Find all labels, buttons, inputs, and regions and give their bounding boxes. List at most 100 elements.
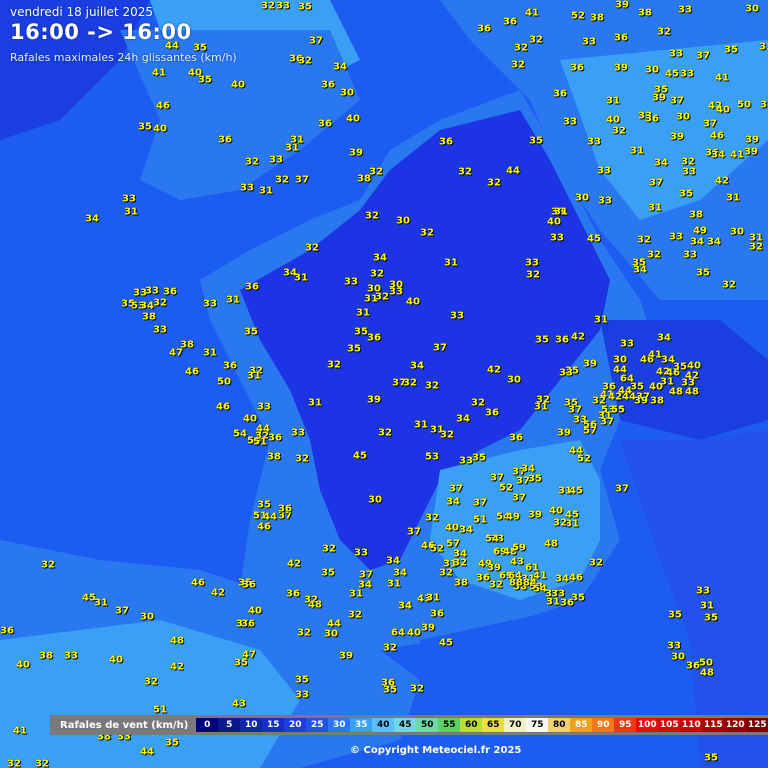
station-value: 36 [318, 118, 332, 130]
legend-step: 15 [262, 718, 285, 732]
station-value: 38 [650, 395, 664, 407]
station-value: 33 [587, 136, 601, 148]
station-value: 33 [597, 165, 611, 177]
station-value: 37 [407, 526, 421, 538]
station-value: 40 [606, 114, 620, 126]
station-value: 39 [583, 358, 597, 370]
legend-step: 35 [350, 718, 373, 732]
station-value: 32 [245, 156, 259, 168]
legend-step: 20 [284, 718, 307, 732]
station-value: 37 [490, 472, 504, 484]
station-value: 36 [286, 588, 300, 600]
station-value: 48 [700, 667, 714, 679]
station-value: 31 [630, 145, 644, 157]
station-value: 42 [487, 364, 501, 376]
station-value: 36 [163, 286, 177, 298]
station-value: 35 [668, 609, 682, 621]
station-value: 38 [590, 12, 604, 24]
station-value: 38 [454, 577, 468, 589]
station-value: 32 [637, 234, 651, 246]
station-value: 30 [676, 111, 690, 123]
station-value: 32 [261, 0, 275, 12]
station-value: 34 [456, 413, 470, 425]
station-value: 46 [569, 572, 583, 584]
station-value: 33 [682, 166, 696, 178]
station-value: 32 [589, 557, 603, 569]
station-value: 33 [669, 48, 683, 60]
station-value: 32 [275, 174, 289, 186]
station-value: 37 [433, 342, 447, 354]
legend-step: 110 [680, 718, 703, 732]
station-value: 30 [575, 192, 589, 204]
station-value: 33 [344, 276, 358, 288]
station-value: 33 [678, 4, 692, 16]
station-value: 40 [153, 123, 167, 135]
station-value: 35 [383, 684, 397, 696]
station-value: 52 [499, 482, 513, 494]
station-value: 50 [737, 99, 751, 111]
station-value: 35 [696, 267, 710, 279]
station-value: 37 [568, 404, 582, 416]
station-value: 35 [244, 326, 258, 338]
station-value: 31 [226, 294, 240, 306]
station-value: 34 [633, 264, 647, 276]
station-value: 42 [608, 391, 622, 403]
station-value: 38 [39, 650, 53, 662]
station-value: 33 [683, 249, 697, 261]
station-value: 54 [485, 533, 499, 545]
station-value: 31 [426, 592, 440, 604]
station-value: 34 [85, 213, 99, 225]
station-value: 30 [340, 87, 354, 99]
station-value: 42 [571, 331, 585, 343]
forecast-date: vendredi 18 juillet 2025 [10, 5, 153, 19]
color-legend: Rafales de vent (km/h) 0 5 10 15 20 25 30 35 40 4… [50, 715, 768, 735]
station-value: 32 [295, 453, 309, 465]
station-value: 36 [242, 579, 256, 591]
station-value: 33 [696, 585, 710, 597]
station-value: 37 [649, 177, 663, 189]
station-value: 36 [367, 332, 381, 344]
station-value: 52 [571, 10, 585, 22]
station-value: 52 [577, 453, 591, 465]
station-value: 31 [759, 41, 768, 53]
station-value: 33 [269, 154, 283, 166]
legend-step: 10 [240, 718, 263, 732]
station-value: 33 [354, 547, 368, 559]
station-value: 51 [153, 704, 167, 716]
station-value: 35 [704, 752, 718, 764]
station-value: 41 [525, 7, 539, 19]
station-value: 33 [240, 182, 254, 194]
station-value: 41 [648, 349, 662, 361]
station-value: 33 [257, 401, 271, 413]
station-value: 31 [247, 370, 261, 382]
station-value: 36 [476, 572, 490, 584]
station-value: 32 [403, 377, 417, 389]
station-value: 32 [420, 227, 434, 239]
station-value: 49 [693, 225, 707, 237]
station-value: 32 [297, 627, 311, 639]
station-value: 32 [410, 683, 424, 695]
station-value: 30 [507, 374, 521, 386]
station-value: 33 [563, 116, 577, 128]
station-value: 37 [703, 118, 717, 130]
station-value: 45 [353, 450, 367, 462]
station-value: 32 [378, 427, 392, 439]
station-value: 39 [615, 0, 629, 11]
legend-step: 100 [636, 718, 659, 732]
station-value: 33 [450, 310, 464, 322]
legend-step: 90 [592, 718, 615, 732]
legend-step: 65 [482, 718, 505, 732]
station-value: 40 [549, 505, 563, 517]
station-value: 37 [696, 50, 710, 62]
station-value: 38 [142, 311, 156, 323]
station-value: 32 [35, 758, 49, 768]
station-value: 35 [321, 567, 335, 579]
station-value: 34 [410, 360, 424, 372]
station-value: 32 [458, 166, 472, 178]
station-value: 42 [211, 587, 225, 599]
station-value: 33 [276, 0, 290, 12]
station-value: 36 [223, 360, 237, 372]
station-value: 33 [559, 367, 573, 379]
station-value: 39 [744, 146, 758, 158]
station-value: 39 [557, 427, 571, 439]
